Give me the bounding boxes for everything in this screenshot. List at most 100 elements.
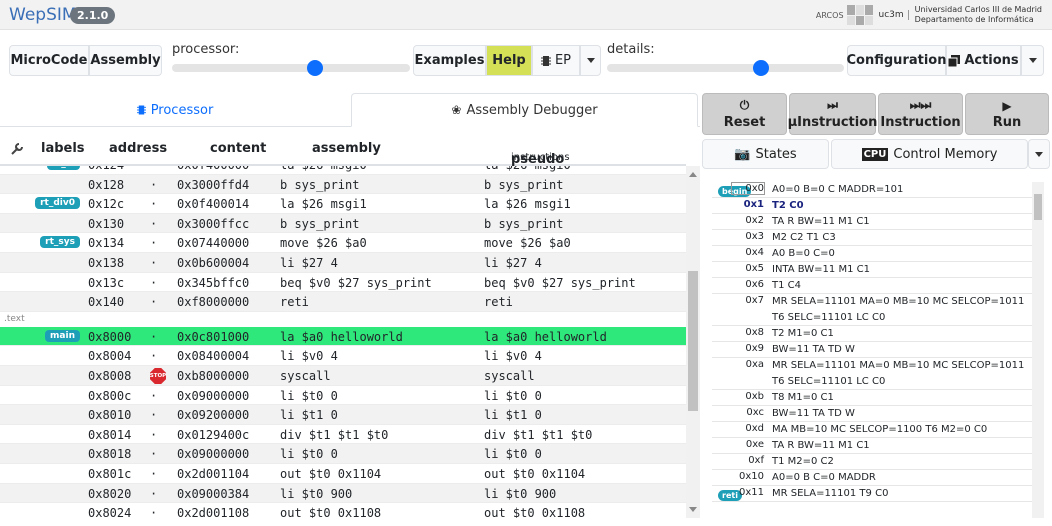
assembly-button[interactable]: Assembly: [89, 45, 162, 76]
tab-assembly-debugger[interactable]: ❀ Assembly Debugger: [351, 93, 698, 127]
run-button[interactable]: ▶ Run: [965, 93, 1049, 135]
examples-button[interactable]: Examples: [413, 45, 486, 76]
microcode-address: 0xf: [748, 455, 764, 466]
content-header[interactable]: content: [210, 141, 266, 156]
content-cell: 0x345bffc0: [177, 275, 250, 290]
breakpoint-dot[interactable]: ·: [150, 256, 157, 270]
microcode-text: MA MB=10 MC SELCOP=1100 T6 M2=0 C0: [772, 424, 988, 435]
breakpoint-dot[interactable]: ·: [150, 217, 157, 231]
actions-button[interactable]: Actions: [946, 45, 1021, 76]
reset-label: Reset: [723, 115, 766, 130]
breakpoint-dot[interactable]: ·: [150, 178, 157, 192]
breakpoint-dot[interactable]: ·: [150, 428, 157, 442]
copy-icon: [948, 54, 961, 67]
microcode-row[interactable]: 0x1 T2 C0: [712, 198, 1032, 214]
microcode-button[interactable]: MicroCode: [9, 45, 89, 76]
asm-scroll-thumb[interactable]: [688, 271, 698, 411]
instruction-button[interactable]: ⏭⏭ Instruction: [878, 93, 963, 135]
asm-row[interactable]: 0x800c · 0x09000000 li $t0 0 li $t0 0: [0, 386, 686, 406]
breakpoint-dot[interactable]: ·: [150, 389, 157, 403]
breakpoint-dot[interactable]: ·: [150, 236, 157, 250]
asm-row[interactable]: 0x130 · 0x3000ffcc b sys_print b sys_print: [0, 213, 686, 234]
uinstruction-button[interactable]: ⏭ µInstruction: [787, 93, 878, 135]
breakpoint-dot[interactable]: ·: [150, 408, 157, 422]
asm-row[interactable]: 0x140 · 0xf8000000 reti reti: [0, 292, 686, 312]
states-label: States: [755, 146, 797, 162]
states-button[interactable]: 📷 States: [702, 139, 829, 169]
microcode-row[interactable]: 0x4 A0 B=0 C=0: [712, 246, 1032, 262]
microcode-row[interactable]: 0x6 T1 C4: [712, 278, 1032, 294]
breakpoint-dot[interactable]: ·: [150, 467, 157, 481]
asm-row[interactable]: rt_div0 0x12c · 0x0f400014 la $26 msgi1 la $2…: [0, 194, 686, 214]
pseudo-cell: la $a0 helloworld: [484, 329, 607, 344]
microcode-text: MR SELA=11101 T9 C0: [772, 488, 889, 499]
asm-row[interactable]: rt_sys 0x134 · 0x07440000 move $26 $a0 move $…: [0, 233, 686, 253]
asm-row[interactable]: 0x8020 · 0x09000384 li $t0 900 li $t0 900: [0, 483, 686, 504]
control-memory-scroll-thumb[interactable]: [1034, 194, 1042, 220]
asm-row[interactable]: 0x128 · 0x3000ffd4 b sys_print b sys_print: [0, 174, 686, 195]
ep-dropdown-toggle[interactable]: [580, 45, 601, 76]
microcode-row[interactable]: 0xe TA R BW=11 M1 C1: [712, 438, 1032, 454]
asm-row[interactable]: 0x8014 · 0x0129400c div $t1 $t1 $t0 div $t1 …: [0, 425, 686, 445]
address-header[interactable]: address: [109, 141, 167, 156]
address-cell: 0x138: [88, 256, 125, 270]
uinstruction-label: µInstruction: [787, 115, 878, 130]
asm-row[interactable]: 0x8010 · 0x09200000 li $t1 0 li $t1 0: [0, 405, 686, 425]
microcode-row[interactable]: 0x5 INTA BW=11 M1 C1: [712, 262, 1032, 278]
asm-row[interactable]: 0x8004 · 0x08400004 li $v0 4 li $v0 4: [0, 346, 686, 366]
wrench-icon[interactable]: [10, 142, 24, 160]
scroll-down-icon[interactable]: [689, 507, 697, 512]
microcode-row[interactable]: 0x10 A0=0 B C=0 MADDR: [712, 470, 1032, 486]
control-memory-dropdown-toggle[interactable]: [1028, 139, 1050, 169]
asm-row[interactable]: rt_io 0x124 · 0x0f400000 la $26 msgi0 la $26 …: [0, 166, 686, 175]
processor-slider-knob[interactable]: [306, 60, 323, 76]
breakpoint-dot[interactable]: ·: [150, 447, 157, 461]
details-slider-knob[interactable]: [753, 60, 770, 76]
asm-row[interactable]: 0x8008 STOP 0xb8000000 syscall syscall: [0, 366, 686, 386]
microcode-row[interactable]: 0xc BW=11 TA TD W: [712, 406, 1032, 422]
configuration-button[interactable]: Configuration: [847, 45, 946, 76]
breakpoint-dot[interactable]: ·: [150, 330, 157, 344]
asm-scrollbar[interactable]: [686, 166, 700, 518]
reset-button[interactable]: ⏻ Reset: [702, 93, 787, 135]
actions-label: Actions: [964, 53, 1019, 68]
asm-row[interactable]: main 0x8000 · 0x0c801000 la $a0 helloworld la…: [0, 326, 686, 347]
microcode-row[interactable]: 0xd MA MB=10 MC SELCOP=1100 T6 M2=0 C0: [712, 422, 1032, 438]
processor-slider[interactable]: [172, 60, 410, 76]
control-memory-button[interactable]: CPU Control Memory: [831, 139, 1028, 169]
microcode-row[interactable]: 0x9 BW=11 TA TD W: [712, 342, 1032, 358]
actions-dropdown-toggle[interactable]: [1021, 45, 1044, 76]
breakpoint-dot[interactable]: ·: [150, 349, 157, 363]
microcode-row[interactable]: begin 0x0 A0=0 B=0 C MADDR=101: [712, 182, 1032, 198]
microcode-row[interactable]: 0x8 T2 M1=0 C1: [712, 326, 1032, 342]
breakpoint-dot[interactable]: ·: [150, 487, 157, 501]
microcode-row[interactable]: 0xb T8 M1=0 C1: [712, 390, 1032, 406]
scroll-up-icon[interactable]: [689, 172, 697, 177]
assembly-header[interactable]: assembly: [312, 141, 381, 156]
control-memory-scrollbar[interactable]: [1032, 182, 1044, 518]
breakpoint-dot[interactable]: ·: [150, 276, 157, 290]
asm-row[interactable]: 0x8018 · 0x09000000 li $t0 0 li $t0 0: [0, 444, 686, 464]
breakpoint-stop-icon[interactable]: STOP: [150, 368, 166, 384]
asm-row[interactable]: 0x13c · 0x345bffc0 beq $v0 $27 sys_print beq…: [0, 273, 686, 293]
microcode-row[interactable]: 0x7 MR SELA=11101 MA=0 MB=10 MC SELCOP=10…: [712, 294, 1032, 326]
address-cell: 0x8020: [88, 486, 132, 501]
microcode-row[interactable]: 0xa MR SELA=11101 MA=0 MB=10 MC SELCOP=10…: [712, 358, 1032, 390]
microcode-row[interactable]: 0xf T1 M2=0 C2: [712, 454, 1032, 470]
tab-processor[interactable]: Processor: [0, 93, 350, 127]
content-cell: 0x0c801000: [177, 329, 250, 344]
microcode-row[interactable]: 0x3 M2 C2 T1 C3: [712, 230, 1032, 246]
details-slider[interactable]: [607, 60, 844, 76]
microcode-row[interactable]: 0x2 TA R BW=11 M1 C1: [712, 214, 1032, 230]
breakpoint-dot[interactable]: ·: [150, 166, 157, 172]
breakpoint-dot[interactable]: ·: [150, 197, 157, 211]
microcode-row[interactable]: reti 0x11 MR SELA=11101 T9 C0: [712, 486, 1032, 502]
asm-row[interactable]: 0x801c · 0x2d001104 out $t0 0x1104 out $t0 0…: [0, 464, 686, 484]
labels-header[interactable]: labels: [41, 141, 85, 156]
breakpoint-dot[interactable]: ·: [150, 506, 157, 518]
asm-row[interactable]: 0x138 · 0x0b600004 li $27 4 li $27 4: [0, 253, 686, 273]
help-button[interactable]: Help: [486, 45, 532, 76]
ep-button[interactable]: EP: [532, 45, 580, 76]
asm-row[interactable]: 0x8024 · 0x2d001108 out $t0 0x1108 out $t0 0…: [0, 503, 686, 518]
breakpoint-dot[interactable]: ·: [150, 295, 157, 309]
